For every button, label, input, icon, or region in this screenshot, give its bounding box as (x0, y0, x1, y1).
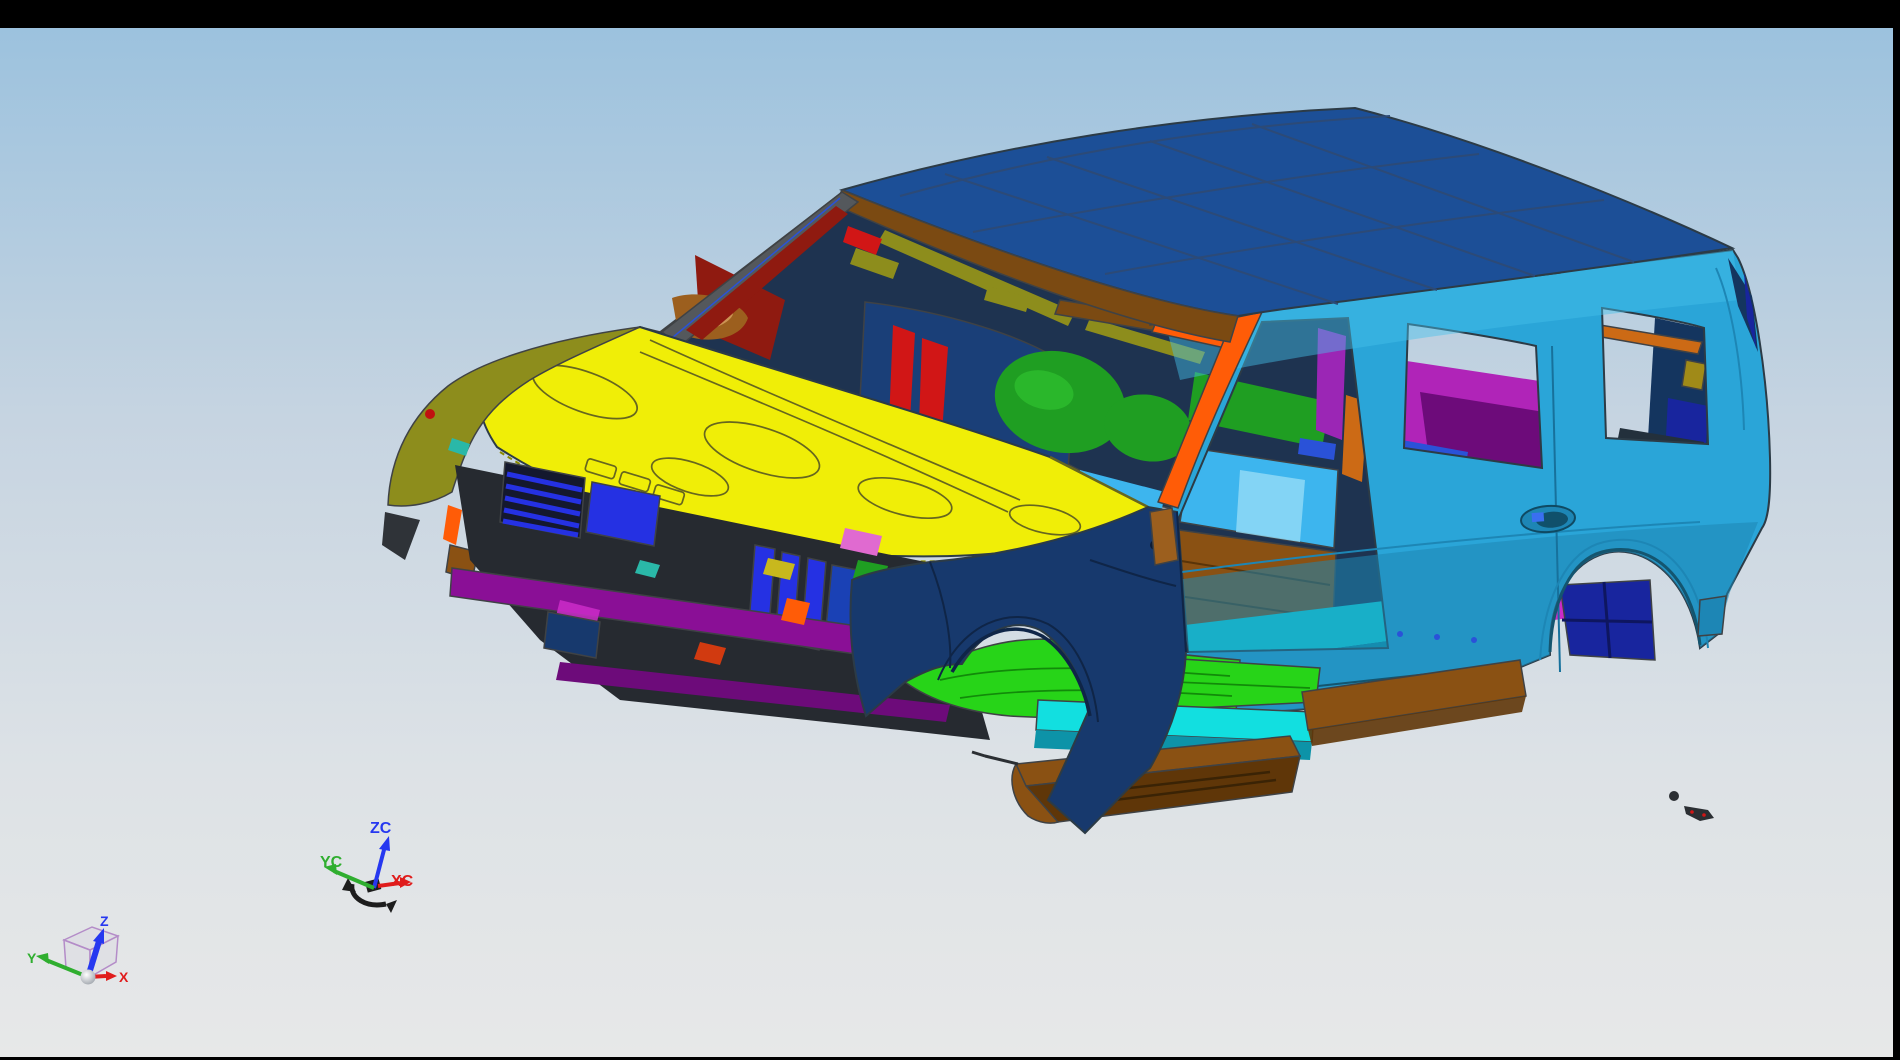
view-y-label: Y (27, 950, 37, 966)
rear-wheelhouse[interactable] (1552, 580, 1655, 660)
view-triad[interactable]: Z Y X (27, 913, 129, 985)
wcs-y-label: YC (320, 854, 343, 871)
wcs-z-arrowhead (379, 836, 390, 851)
fender-orange-sliver (443, 505, 462, 545)
right-black-bar (1893, 0, 1900, 1060)
d-pillar-interior[interactable] (1596, 318, 1712, 452)
graphics-viewport[interactable]: ZC YC XC (0, 28, 1893, 1057)
view-origin-sphere[interactable] (81, 970, 96, 985)
view-x-arrowhead (106, 971, 117, 981)
floor-highlight (1236, 470, 1305, 542)
view-x-label: X (119, 969, 129, 985)
fender-dark-bit (382, 512, 420, 560)
front-rod (972, 752, 1018, 764)
quarter-tab-olive[interactable] (1682, 360, 1706, 390)
fender-red-dot (425, 409, 435, 419)
top-black-bar (0, 0, 1900, 28)
rear-lower-tab (1698, 596, 1726, 636)
debris-parts[interactable] (1669, 791, 1714, 821)
wcs-z-label: ZC (370, 820, 392, 837)
wcs-z-axis[interactable] (374, 846, 385, 888)
view-z-label: Z (100, 913, 109, 929)
view-y-arrowhead (36, 953, 49, 964)
wcs-triad[interactable]: ZC YC XC (320, 820, 414, 913)
cad-application-screen: ZC YC XC (0, 0, 1900, 1060)
car-body-model[interactable] (382, 108, 1770, 833)
wcs-x-label: XC (391, 873, 414, 890)
